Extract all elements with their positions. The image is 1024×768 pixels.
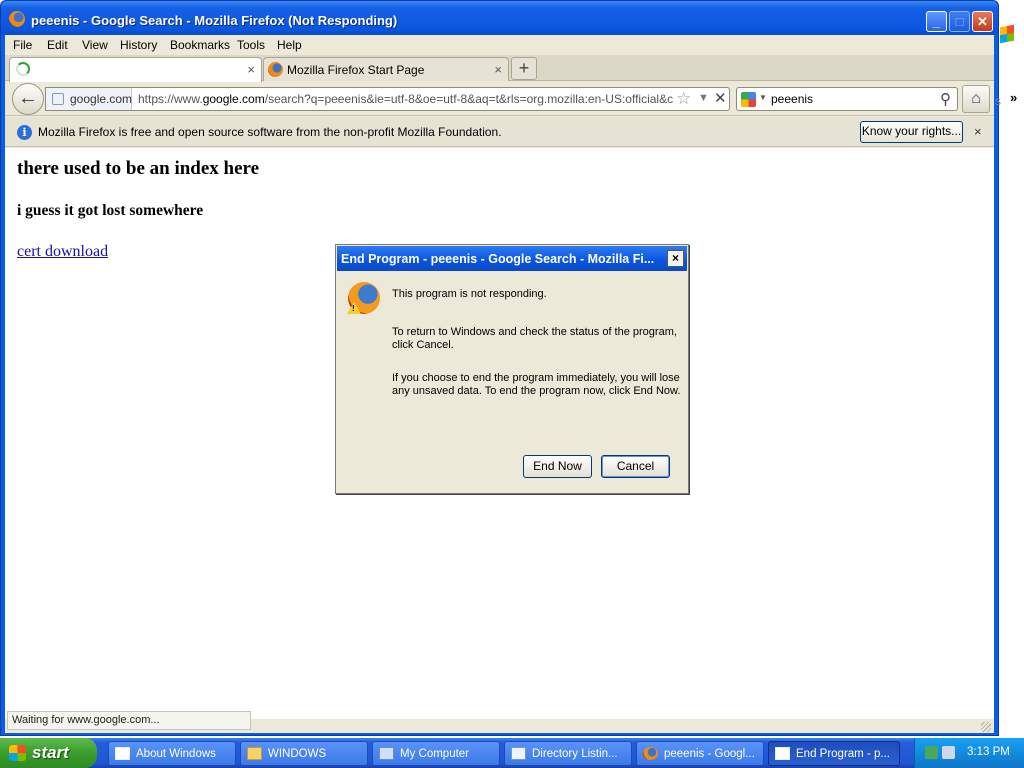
notification-text: Mozilla Firefox is free and open source … — [38, 125, 502, 139]
search-bar[interactable]: ▼ peeenis ⚲ — [736, 87, 958, 111]
search-input[interactable]: peeenis — [771, 92, 813, 106]
dialog-cancel-instructions: To return to Windows and check the statu… — [392, 326, 677, 351]
menu-edit[interactable]: Edit — [47, 38, 68, 52]
globe-icon — [52, 93, 64, 105]
firefox-icon — [268, 62, 283, 77]
status-text: Waiting for www.google.com... — [7, 711, 251, 730]
taskbar-item-label: My Computer — [400, 748, 470, 760]
resize-grip-icon[interactable] — [981, 722, 991, 732]
search-icon[interactable]: ⚲ — [940, 90, 951, 108]
cancel-button[interactable]: Cancel — [601, 455, 670, 478]
search-engine-dropdown-icon[interactable]: ▼ — [759, 93, 767, 102]
taskbar-item-windows-folder[interactable]: WINDOWS — [240, 741, 368, 766]
title-bar[interactable]: peeenis - Google Search - Mozilla Firefo… — [1, 1, 998, 35]
firefox-icon — [9, 11, 25, 27]
home-icon: ⌂ — [971, 90, 981, 107]
dialog-close-button[interactable]: × — [667, 250, 684, 267]
system-tray: 3:13 PM — [914, 738, 1024, 768]
cert-download-link[interactable]: cert download — [17, 243, 108, 261]
taskbar-item-label: Directory Listin... — [532, 748, 618, 760]
tab-close-icon[interactable]: × — [247, 62, 255, 77]
google-icon[interactable] — [741, 92, 756, 107]
start-button[interactable]: start — [0, 738, 97, 768]
taskbar-item-firefox[interactable]: peeenis - Googl... — [636, 741, 764, 766]
url-domain: google.com — [202, 92, 265, 106]
taskbar: start About Windows WINDOWS My Computer … — [0, 738, 1024, 768]
dialog-message: This program is not responding. — [392, 288, 547, 300]
tab-loading[interactable]: × — [9, 57, 262, 82]
taskbar-item-about-windows[interactable]: About Windows — [108, 741, 236, 766]
new-tab-button[interactable]: + — [511, 57, 537, 80]
end-now-button[interactable]: End Now — [523, 455, 592, 478]
warning-mark: ! — [352, 304, 355, 313]
url-history-dropdown-icon[interactable]: ▼ — [698, 92, 709, 104]
tab-strip: × Mozilla Firefox Start Page × + — [5, 55, 994, 82]
tray-app-icon[interactable] — [925, 746, 938, 759]
document-icon — [511, 747, 526, 760]
url-bar[interactable]: google.com https://www.google.com/search… — [45, 87, 730, 111]
windows-logo-icon — [9, 745, 26, 761]
taskbar-item-label: End Program - p... — [796, 748, 890, 760]
url-text[interactable]: https://www.google.com/search?q=peeenis&… — [138, 92, 673, 106]
firefox-icon — [643, 747, 658, 760]
page-subheading: i guess it got lost somewhere — [17, 202, 204, 219]
taskbar-item-my-computer[interactable]: My Computer — [372, 741, 500, 766]
notification-bar: i Mozilla Firefox is free and open sourc… — [5, 117, 994, 147]
navigation-toolbar: ← google.com https://www.google.com/sear… — [5, 82, 994, 116]
stop-icon[interactable]: ✕ — [714, 89, 727, 107]
dialog-title: End Program - peeenis - Google Search - … — [341, 252, 655, 266]
tray-network-icon[interactable] — [942, 746, 955, 759]
background-window-fragment: s — [995, 94, 1001, 108]
tab-label: Mozilla Firefox Start Page — [287, 63, 425, 77]
back-button[interactable]: ← — [12, 83, 44, 115]
url-prefix: https://www. — [138, 92, 203, 106]
menu-view[interactable]: View — [82, 38, 108, 52]
menu-bookmarks[interactable]: Bookmarks — [170, 38, 230, 52]
dialog-title-bar[interactable]: End Program - peeenis - Google Search - … — [337, 246, 687, 271]
minimize-button[interactable]: _ — [926, 11, 947, 32]
computer-icon — [379, 747, 394, 760]
window-icon — [115, 747, 130, 760]
know-your-rights-button[interactable]: Know your rights... — [860, 121, 963, 143]
back-arrow-icon: ← — [18, 87, 38, 109]
site-identity-button[interactable]: google.com — [46, 88, 132, 110]
end-program-dialog: End Program - peeenis - Google Search - … — [335, 244, 689, 494]
url-path: /search?q=peeenis&ie=utf-8&oe=utf-8&aq=t… — [264, 92, 673, 106]
folder-icon — [247, 747, 262, 760]
site-identity-label: google.com — [70, 92, 133, 106]
close-window-button[interactable]: ✕ — [972, 11, 993, 32]
notification-close-icon[interactable]: × — [974, 124, 982, 139]
clock[interactable]: 3:13 PM — [967, 746, 1010, 758]
home-button[interactable]: ⌂ — [962, 85, 990, 113]
bookmark-star-icon[interactable]: ☆ — [676, 89, 691, 109]
info-icon: i — [17, 125, 32, 140]
taskbar-item-label: About Windows — [136, 748, 216, 760]
menu-history[interactable]: History — [120, 38, 157, 52]
dialog-end-instructions: If you choose to end the program immedia… — [392, 372, 681, 397]
start-label: start — [32, 743, 69, 762]
tab-close-icon[interactable]: × — [494, 62, 502, 77]
status-bar: Waiting for www.google.com... — [5, 711, 994, 733]
menu-file[interactable]: File — [13, 38, 32, 52]
menu-tools[interactable]: Tools — [237, 38, 265, 52]
maximize-button[interactable]: □ — [949, 11, 970, 32]
menu-help[interactable]: Help — [277, 38, 302, 52]
chevron-right-icon[interactable]: » — [1010, 90, 1017, 105]
window-icon — [775, 747, 790, 760]
windows-logo-icon — [1000, 24, 1014, 44]
loading-spinner-icon — [16, 62, 30, 76]
tab-start-page[interactable]: Mozilla Firefox Start Page × — [263, 57, 509, 81]
page-heading: there used to be an index here — [17, 158, 260, 179]
taskbar-item-directory-listing[interactable]: Directory Listin... — [504, 741, 632, 766]
taskbar-item-end-program[interactable]: End Program - p... — [768, 741, 900, 766]
menu-bar: File Edit View History Bookmarks Tools H… — [5, 35, 994, 55]
taskbar-item-label: WINDOWS — [268, 748, 327, 760]
taskbar-item-label: peeenis - Googl... — [664, 748, 755, 760]
window-title: peeenis - Google Search - Mozilla Firefo… — [31, 13, 398, 28]
